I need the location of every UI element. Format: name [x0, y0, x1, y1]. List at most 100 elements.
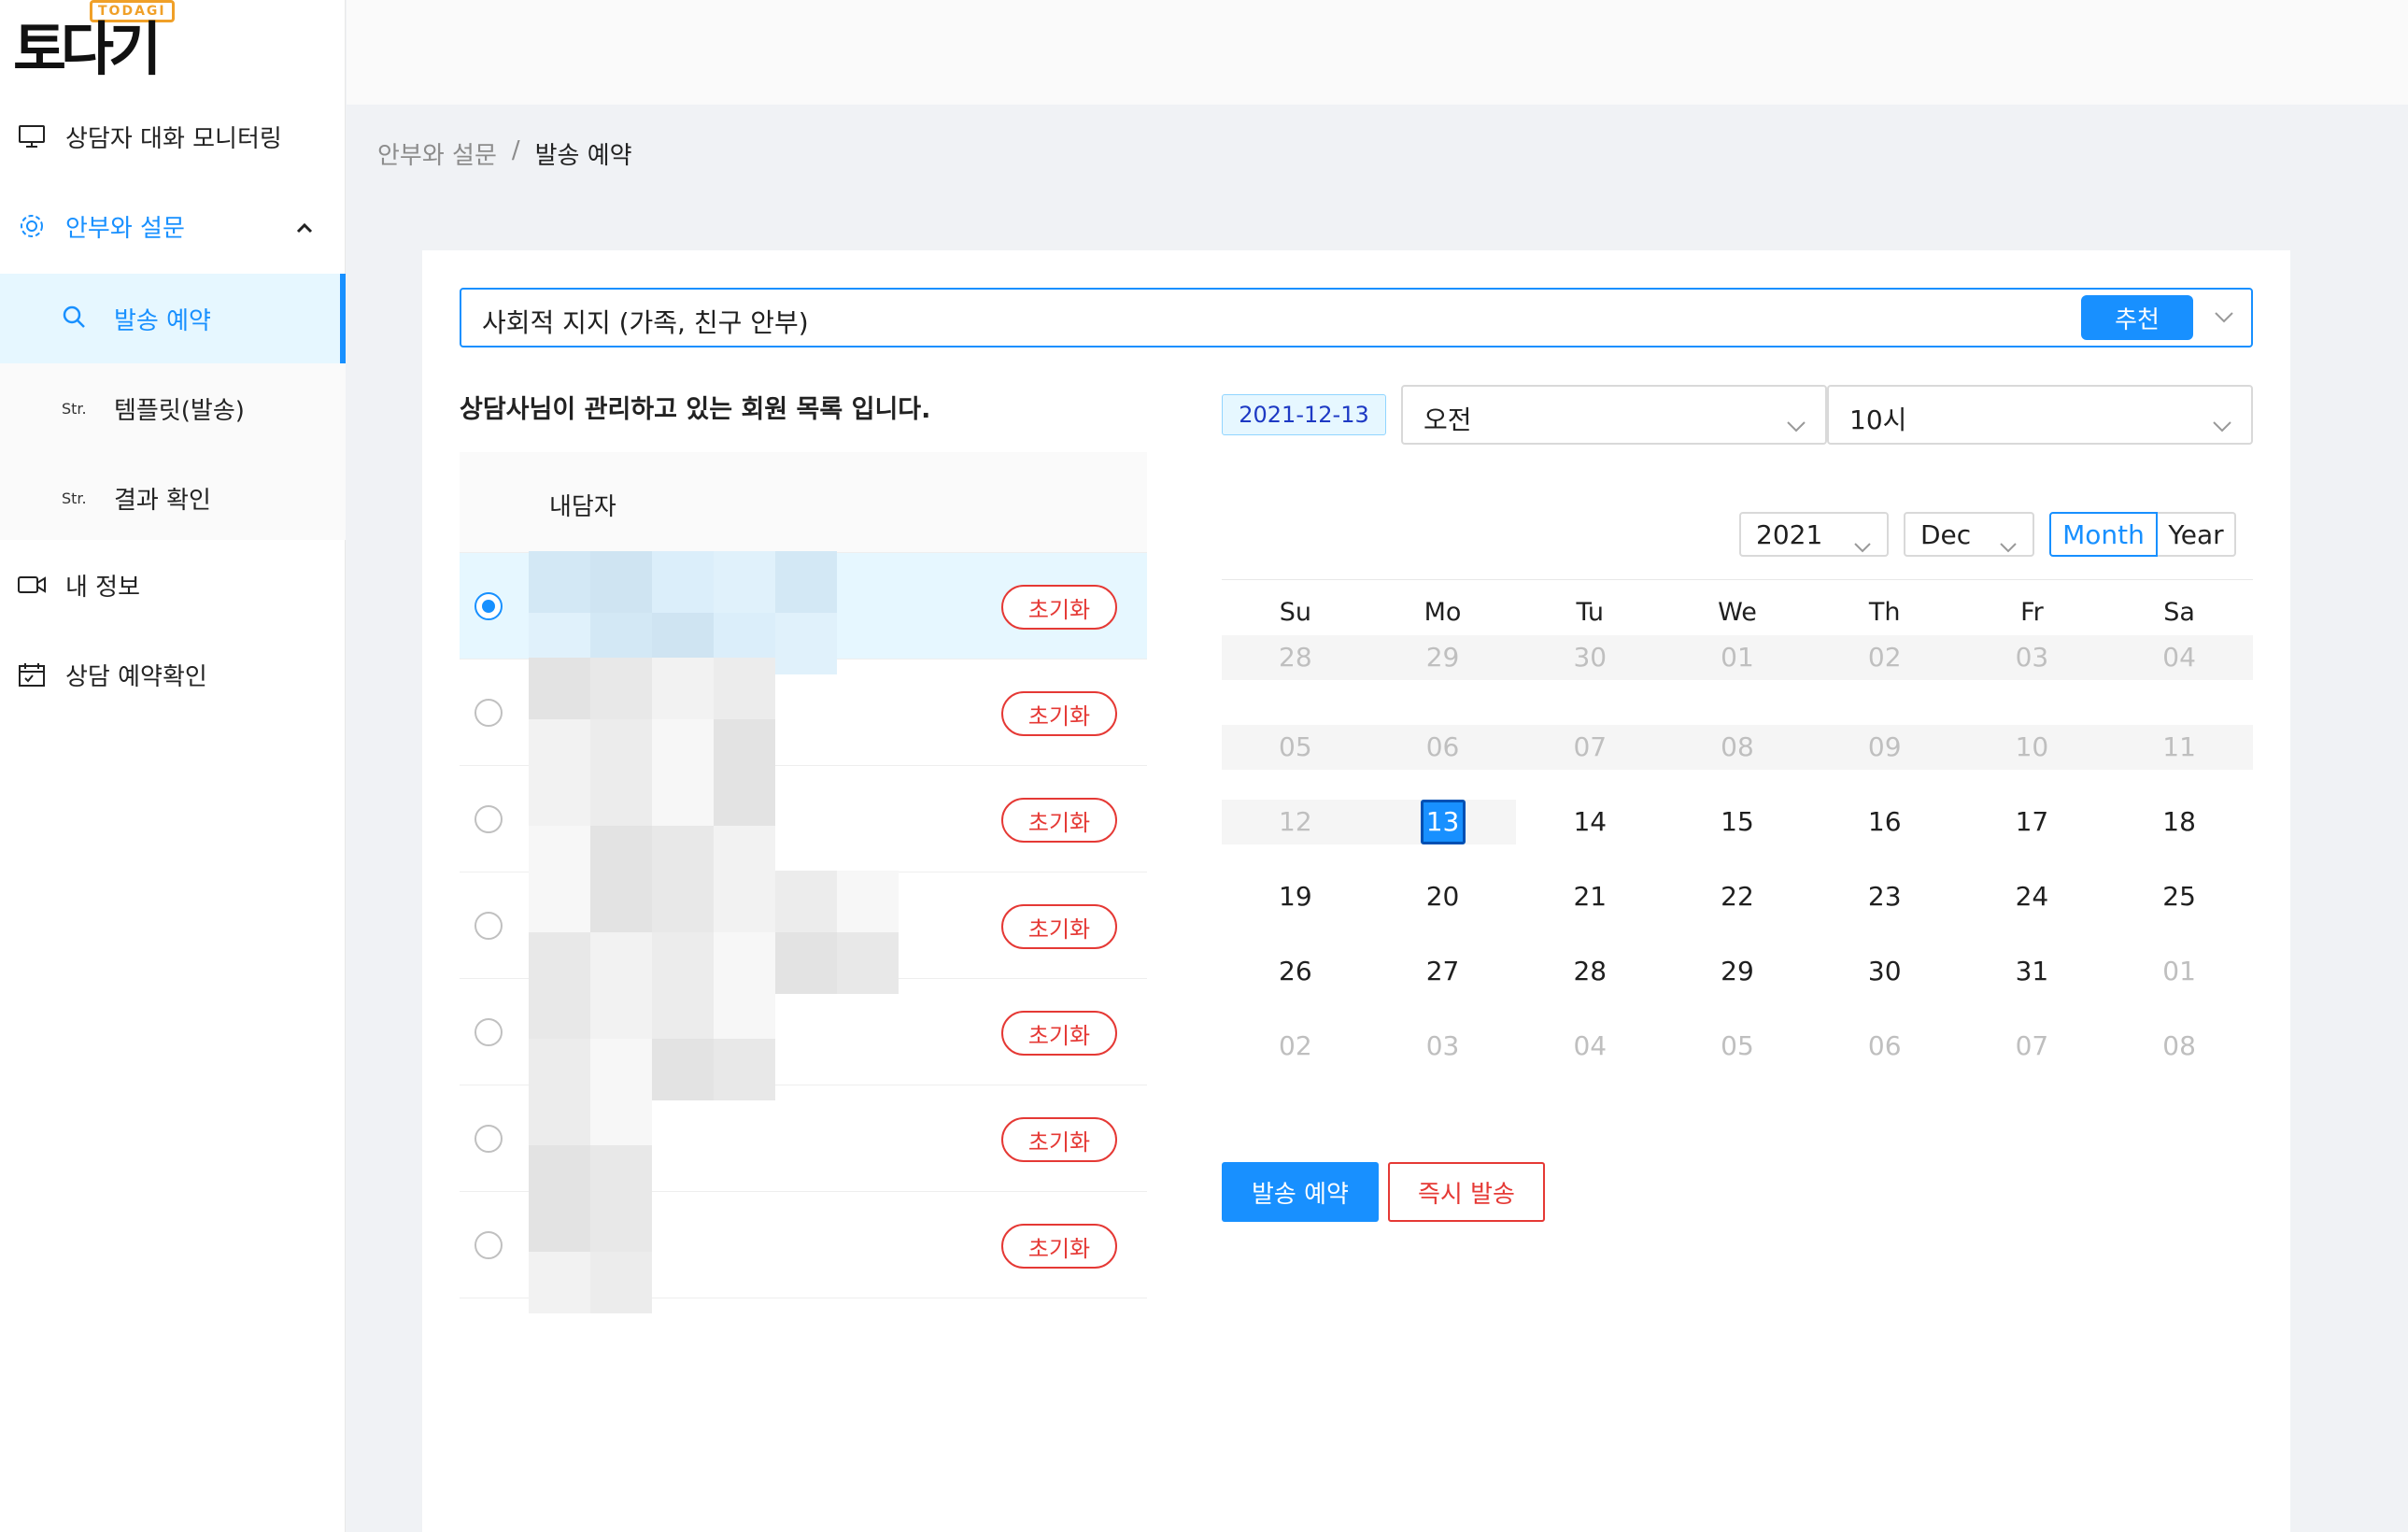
- ampm-select-value: 오전: [1424, 404, 1472, 435]
- reset-button[interactable]: 초기화: [1001, 1011, 1117, 1056]
- member-radio[interactable]: [475, 1018, 503, 1046]
- member-radio[interactable]: [475, 592, 503, 620]
- calendar-day[interactable]: 06: [1811, 1009, 1959, 1084]
- calendar-day[interactable]: 25: [2105, 859, 2253, 934]
- month-select-value: Dec: [1920, 519, 1972, 550]
- calendar-day[interactable]: 20: [1369, 859, 1517, 934]
- recommend-button[interactable]: 추천: [2081, 295, 2193, 340]
- calendar-day[interactable]: 24: [1959, 859, 2106, 934]
- table-row[interactable]: 초기화: [460, 658, 1147, 781]
- calendar-day-number: 07: [1573, 731, 1608, 762]
- mode-month-button[interactable]: Month: [2049, 512, 2158, 557]
- calendar-day[interactable]: 15: [1664, 785, 1811, 859]
- calendar-day-number: 20: [1425, 881, 1460, 912]
- sidebar-item-survey[interactable]: 안부와 설문: [0, 181, 346, 271]
- template-select-value: 사회적 지지 (가족, 친구 안부): [482, 307, 809, 338]
- logo[interactable]: TODAGI 토다기: [13, 0, 175, 84]
- reset-button[interactable]: 초기화: [1001, 904, 1117, 949]
- calendar-day-number: 06: [1867, 1030, 1902, 1061]
- calendar-day[interactable]: 01: [2105, 934, 2253, 1009]
- reset-button[interactable]: 초기화: [1001, 1117, 1117, 1162]
- calendar-day[interactable]: 27: [1369, 934, 1517, 1009]
- hour-select[interactable]: 10시: [1827, 385, 2253, 445]
- calendar-day-number: 24: [2015, 881, 2049, 912]
- member-radio[interactable]: [475, 1125, 503, 1153]
- reset-button[interactable]: 초기화: [1001, 798, 1117, 843]
- breadcrumb-parent[interactable]: 안부와 설문: [377, 136, 497, 171]
- calendar-day[interactable]: 04: [1516, 1009, 1664, 1084]
- calendar-icon: [15, 661, 49, 688]
- calendar-day: 29: [1368, 635, 1517, 680]
- calendar-day-number: 02: [1867, 642, 1902, 673]
- template-select[interactable]: 사회적 지지 (가족, 친구 안부) 추천: [460, 288, 2253, 348]
- calendar-day-number: 08: [2162, 1030, 2196, 1061]
- month-select[interactable]: Dec: [1904, 512, 2034, 557]
- weekday-label: Su: [1279, 597, 1311, 627]
- sidebar-item-label: 발송 예약: [114, 306, 211, 335]
- table-row[interactable]: 초기화: [460, 1084, 1147, 1207]
- calendar-day[interactable]: 08: [2105, 1009, 2253, 1084]
- calendar-day[interactable]: 03: [1369, 1009, 1517, 1084]
- calendar-day-number: 11: [2162, 731, 2196, 762]
- logo-text: 토다기: [13, 15, 162, 83]
- reset-button[interactable]: 초기화: [1001, 1224, 1117, 1269]
- weekday-label: Sa: [2163, 597, 2195, 627]
- calendar-day[interactable]: 07: [1959, 1009, 2106, 1084]
- calendar-day[interactable]: 19: [1222, 859, 1369, 934]
- calendar-day-number: 23: [1867, 881, 1902, 912]
- selected-date-tag: 2021-12-13: [1222, 394, 1386, 435]
- calendar-day[interactable]: 16: [1811, 785, 1959, 859]
- calendar-day-number: 29: [1721, 956, 1754, 986]
- table-row[interactable]: 초기화: [460, 764, 1147, 887]
- member-radio[interactable]: [475, 1231, 503, 1259]
- calendar-day: 02: [1810, 635, 1959, 680]
- calendar-day[interactable]: 26: [1222, 934, 1369, 1009]
- member-table: 내담자 초기화 초기화 초기화 초기화 초기화 초기화 초기화: [460, 452, 1147, 1313]
- reset-button[interactable]: 초기화: [1001, 585, 1117, 630]
- table-row[interactable]: 초기화: [460, 977, 1147, 1100]
- sidebar-item-label: 결과 확인: [114, 486, 211, 515]
- member-radio[interactable]: [475, 699, 503, 727]
- send-now-button[interactable]: 즉시 발송: [1388, 1162, 1545, 1222]
- member-radio[interactable]: [475, 805, 503, 833]
- table-header: 내담자: [460, 452, 1147, 553]
- calendar-day-number: 05: [1279, 731, 1312, 762]
- calendar-day[interactable]: 31: [1959, 934, 2106, 1009]
- calendar-day[interactable]: 14: [1516, 785, 1664, 859]
- calendar-day[interactable]: 13: [1368, 800, 1517, 844]
- blurred-member-name: [529, 977, 977, 1100]
- calendar-day[interactable]: 29: [1664, 934, 1811, 1009]
- calendar-day[interactable]: 18: [2105, 785, 2253, 859]
- sidebar-item-my-info[interactable]: 내 정보: [0, 540, 346, 630]
- year-select[interactable]: 2021: [1739, 512, 1889, 557]
- calendar-day-number: 14: [1573, 806, 1608, 837]
- reset-button[interactable]: 초기화: [1001, 691, 1117, 736]
- calendar-day[interactable]: 28: [1516, 934, 1664, 1009]
- chevron-down-icon: [2212, 409, 2232, 440]
- calendar-day-number: 05: [1721, 1030, 1754, 1061]
- calendar-day[interactable]: 23: [1811, 859, 1959, 934]
- ampm-select[interactable]: 오전: [1401, 385, 1827, 445]
- calendar-day[interactable]: 21: [1516, 859, 1664, 934]
- top-header: [347, 0, 2408, 105]
- sidebar-item-schedule-send[interactable]: 발송 예약: [0, 274, 346, 363]
- sidebar-item-monitoring[interactable]: 상담자 대화 모니터링: [0, 92, 346, 181]
- table-row[interactable]: 초기화: [460, 1190, 1147, 1313]
- calendar-day[interactable]: 17: [1959, 785, 2106, 859]
- member-radio[interactable]: [475, 912, 503, 940]
- calendar-day[interactable]: 05: [1664, 1009, 1811, 1084]
- sidebar-item-reservation[interactable]: 상담 예약확인: [0, 630, 346, 719]
- sidebar-item-results[interactable]: Str. 결과 확인: [0, 453, 346, 543]
- calendar-day-number: 15: [1721, 806, 1754, 837]
- mode-year-button[interactable]: Year: [2158, 512, 2236, 557]
- sidebar-item-template[interactable]: Str. 템플릿(발송): [0, 363, 346, 453]
- calendar-day-number: 03: [2015, 642, 2049, 673]
- chevron-up-icon[interactable]: [295, 213, 314, 241]
- table-row[interactable]: 초기화: [460, 871, 1147, 994]
- calendar-day[interactable]: 30: [1811, 934, 1959, 1009]
- calendar-day[interactable]: 02: [1222, 1009, 1369, 1084]
- calendar-day: 12: [1222, 800, 1369, 844]
- table-row[interactable]: 초기화: [460, 551, 1147, 674]
- schedule-send-button[interactable]: 발송 예약: [1222, 1162, 1379, 1222]
- calendar-day[interactable]: 22: [1664, 859, 1811, 934]
